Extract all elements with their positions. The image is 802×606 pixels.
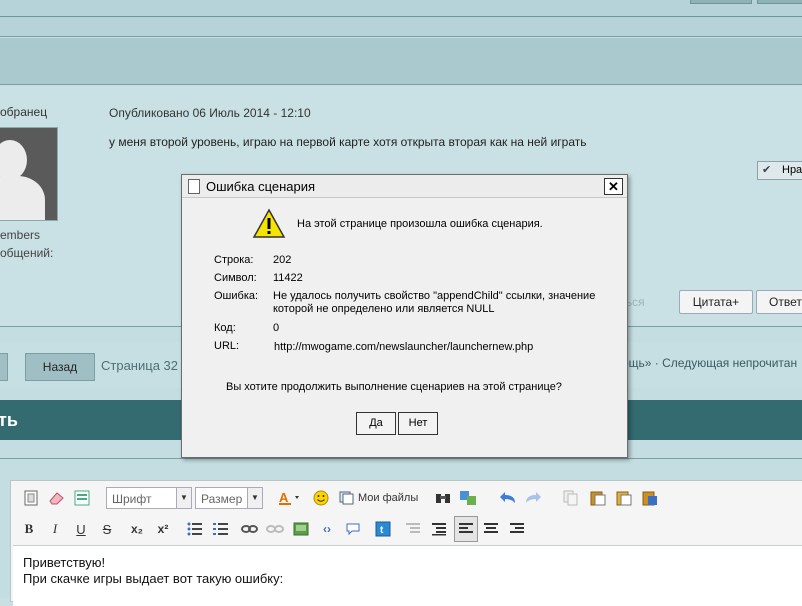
- reply-title: ть: [0, 410, 18, 430]
- bold-button[interactable]: B: [18, 518, 40, 540]
- align-left-icon[interactable]: [454, 516, 478, 542]
- reply-button[interactable]: Ответ: [756, 290, 802, 314]
- dialog-question: Вы хотите продолжить выполнение сценарие…: [226, 381, 562, 393]
- next-unread-link[interactable]: ощь» · Следующая непрочитан: [622, 356, 797, 370]
- topic-header-bar: [0, 38, 802, 85]
- avatar-head-shape: [0, 140, 27, 180]
- quote-button[interactable]: Цитата+: [679, 290, 753, 314]
- chevron-down-icon: ▼: [176, 488, 191, 508]
- back-button[interactable]: Назад: [25, 353, 95, 381]
- dialog-titlebar[interactable]: Ошибка сценария ✕: [182, 175, 627, 198]
- char-label: Символ:: [214, 272, 257, 284]
- image-icon[interactable]: [290, 518, 312, 540]
- post-date: Опубликовано 06 Июль 2014 - 12:10: [109, 106, 311, 120]
- author-group: embers: [0, 228, 41, 242]
- yes-button[interactable]: Да: [356, 412, 396, 435]
- source-mode-icon[interactable]: [20, 487, 42, 509]
- warning-icon: [252, 208, 286, 238]
- editor-text-line: Приветствую!: [23, 555, 106, 570]
- italic-button[interactable]: I: [44, 518, 66, 540]
- editor-text-line: При скачке игры выдает вот такую ошибку:: [23, 571, 284, 586]
- quote-bubble-icon[interactable]: [342, 518, 364, 540]
- strikethrough-button[interactable]: S: [96, 518, 118, 540]
- size-select-value: Размер: [201, 492, 243, 506]
- size-select[interactable]: Размер ▼: [195, 487, 263, 509]
- top-divider: [0, 16, 802, 17]
- top-band: [0, 0, 802, 37]
- font-select-value: Шрифт: [112, 492, 152, 506]
- code-label: Код:: [214, 322, 236, 334]
- my-files-label: Мои файлы: [358, 492, 419, 504]
- line-value: 202: [273, 254, 292, 266]
- reply-divider: [0, 458, 802, 459]
- link-icon[interactable]: [239, 518, 261, 540]
- checkmark-icon: ✔: [762, 164, 772, 176]
- code-value: 0: [273, 322, 280, 334]
- binoculars-icon[interactable]: [432, 487, 454, 509]
- author-name[interactable]: обранец: [0, 105, 47, 119]
- dialog-message: На этой странице произошла ошибка сценар…: [297, 218, 543, 230]
- like-label: Нра: [782, 164, 802, 176]
- unlink-icon[interactable]: [264, 518, 286, 540]
- avatar-body-shape: [0, 176, 45, 220]
- copy-icon[interactable]: [560, 487, 582, 509]
- line-label: Строка:: [214, 254, 254, 266]
- my-files-button[interactable]: Мои файлы: [339, 487, 419, 509]
- post-text: у меня второй уровень, играю на первой к…: [109, 135, 587, 149]
- media-icon[interactable]: t: [372, 518, 394, 540]
- outdent-icon[interactable]: [402, 518, 424, 540]
- no-button[interactable]: Нет: [398, 412, 438, 435]
- paste-icon[interactable]: [587, 487, 609, 509]
- align-right-icon[interactable]: [506, 518, 528, 540]
- eraser-icon[interactable]: [45, 487, 67, 509]
- code-icon[interactable]: ‹›: [316, 518, 338, 540]
- indent-icon[interactable]: [428, 518, 450, 540]
- numbered-list-icon[interactable]: [210, 518, 232, 540]
- template-icon[interactable]: [71, 487, 93, 509]
- dialog-title: Ошибка сценария: [206, 179, 316, 194]
- like-button[interactable]: ✔ Нра: [757, 161, 802, 180]
- superscript-button[interactable]: x²: [152, 518, 174, 540]
- author-posts-label: общений:: [0, 246, 54, 260]
- svg-text:A: A: [279, 490, 289, 505]
- prev-button-edge[interactable]: [0, 353, 8, 381]
- url-value: http://mwogame.com/newslauncher/launcher…: [274, 341, 534, 353]
- bullet-list-icon[interactable]: [184, 518, 206, 540]
- paste-word-icon[interactable]: [639, 487, 661, 509]
- font-select[interactable]: Шрифт ▼: [106, 487, 192, 509]
- translate-icon[interactable]: [457, 487, 479, 509]
- error-value: Не удалось получить свойство "appendChil…: [273, 290, 596, 315]
- document-icon: [188, 179, 200, 194]
- url-label: URL:: [214, 340, 240, 352]
- underline-button[interactable]: U: [70, 518, 92, 540]
- smiley-icon[interactable]: [310, 487, 332, 509]
- text-color-icon[interactable]: A: [277, 487, 303, 509]
- redo-icon[interactable]: [522, 487, 544, 509]
- page-info[interactable]: Страница 32 и: [101, 358, 189, 373]
- avatar[interactable]: [0, 127, 58, 221]
- char-value: 11422: [273, 272, 303, 284]
- script-error-dialog: Ошибка сценария ✕ На этой странице произ…: [181, 174, 628, 458]
- close-button[interactable]: ✕: [604, 178, 623, 195]
- error-label: Ошибка:: [214, 290, 259, 302]
- undo-icon[interactable]: [497, 487, 519, 509]
- paste-text-icon[interactable]: [613, 487, 635, 509]
- top-tab[interactable]: [690, 0, 752, 4]
- chevron-down-icon: ▼: [247, 488, 262, 508]
- subscript-button[interactable]: x₂: [126, 518, 148, 540]
- align-center-icon[interactable]: [480, 518, 502, 540]
- top-tab-2[interactable]: [757, 0, 802, 4]
